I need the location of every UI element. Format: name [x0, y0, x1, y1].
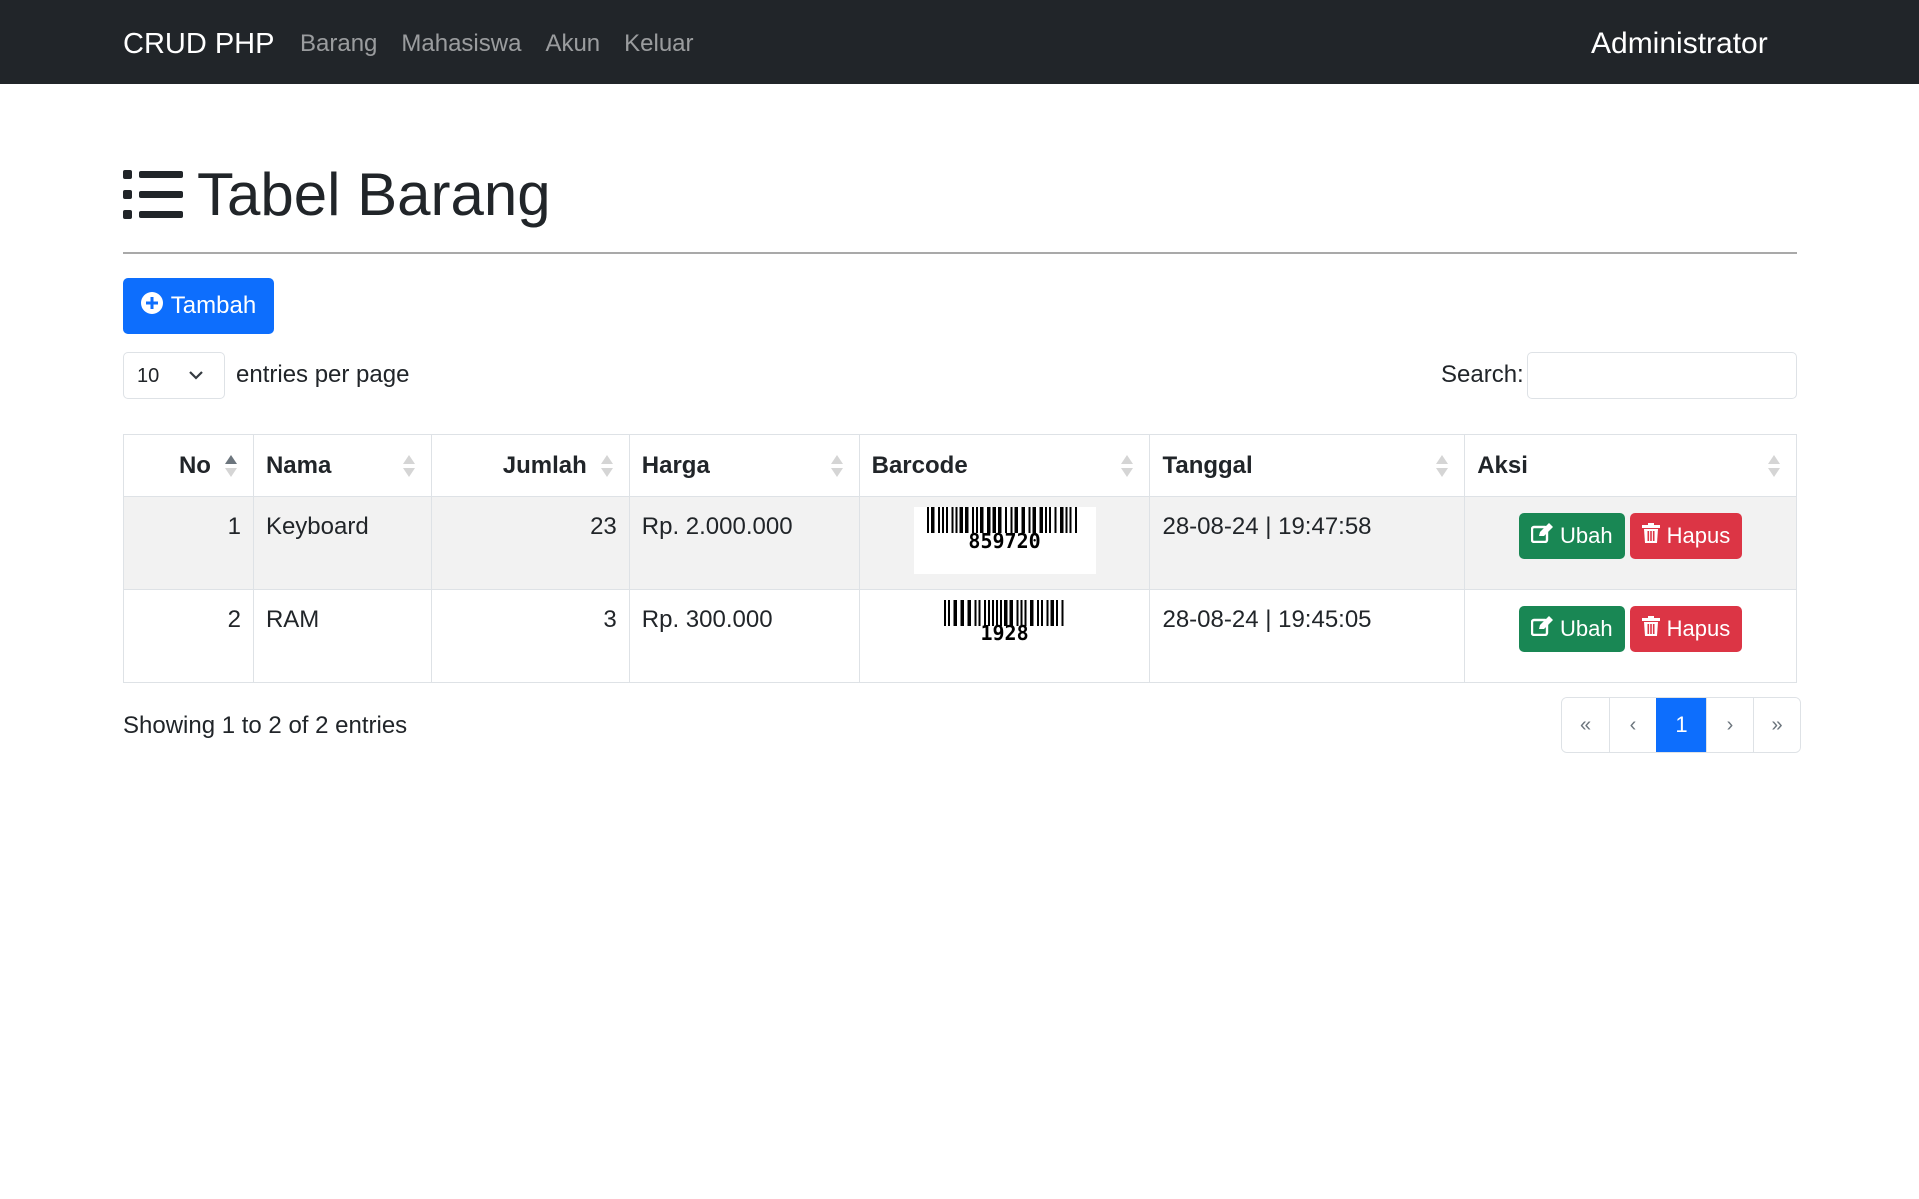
- page-last-button[interactable]: »: [1753, 698, 1800, 752]
- nav-link-akun[interactable]: Akun: [545, 26, 600, 62]
- page-next-button[interactable]: ›: [1706, 698, 1753, 752]
- cell-aksi: Ubah Hapus: [1464, 496, 1797, 590]
- delete-button-label: Hapus: [1666, 616, 1731, 641]
- edit-button-label: Ubah: [1560, 616, 1613, 641]
- search-label: Search:: [1441, 361, 1524, 388]
- entries-per-page-value: 10: [137, 365, 160, 387]
- column-header-aksi[interactable]: Aksi: [1464, 434, 1797, 497]
- pagination: « ‹ 1 › »: [1561, 697, 1801, 753]
- column-header-label: Aksi: [1477, 451, 1528, 479]
- sort-icon: [600, 455, 613, 479]
- divider: [123, 252, 1797, 254]
- list-icon: [123, 170, 183, 220]
- navbar: CRUD PHP Barang Mahasiswa Akun Keluar Ad…: [0, 0, 1919, 84]
- cell-jumlah: 23: [430, 496, 630, 590]
- nav-link-keluar[interactable]: Keluar: [624, 26, 693, 62]
- cell-no: 1: [123, 496, 254, 590]
- column-header-tanggal[interactable]: Tanggal: [1149, 434, 1466, 497]
- edit-button-label: Ubah: [1560, 523, 1613, 548]
- column-header-nama[interactable]: Nama: [252, 434, 432, 497]
- column-header-jumlah[interactable]: Jumlah: [430, 434, 630, 497]
- user-menu[interactable]: Administrator: [1591, 24, 1768, 64]
- table-header-row: No Nama Jumlah Harga Barcode Tanggal Aks…: [123, 434, 1797, 497]
- table-row: 1 Keyboard 23 Rp. 2.000.000 859720 28-08…: [123, 496, 1797, 590]
- barang-table: No Nama Jumlah Harga Barcode Tanggal Aks…: [123, 434, 1797, 683]
- edit-icon: [1530, 616, 1560, 642]
- page-title: Tabel Barang: [197, 161, 551, 228]
- nav-link-barang[interactable]: Barang: [300, 26, 377, 62]
- sort-icon: [1436, 455, 1449, 479]
- column-header-label: Tanggal: [1162, 451, 1253, 479]
- cell-jumlah: 3: [430, 589, 630, 683]
- table-row: 2 RAM 3 Rp. 300.000 1928 28-08-24 | 19:4…: [123, 589, 1797, 683]
- page-1-button[interactable]: 1: [1656, 698, 1706, 752]
- column-header-label: Harga: [641, 451, 710, 479]
- delete-button-label: Hapus: [1666, 523, 1731, 548]
- cell-harga: Rp. 2.000.000: [628, 496, 860, 590]
- sort-icon: [1768, 455, 1780, 479]
- nav-links: Barang Mahasiswa Akun Keluar: [300, 26, 718, 62]
- barcode-image: 859720: [913, 507, 1096, 574]
- add-button-label: Tambah: [170, 292, 257, 319]
- cell-aksi: Ubah Hapus: [1464, 589, 1797, 683]
- add-button[interactable]: Tambah: [123, 278, 274, 334]
- table-info: Showing 1 to 2 of 2 entries: [123, 712, 408, 739]
- search-input[interactable]: [1527, 352, 1797, 399]
- nav-link-mahasiswa[interactable]: Mahasiswa: [401, 26, 521, 62]
- column-header-no[interactable]: No: [123, 434, 254, 497]
- column-header-label: No: [178, 451, 211, 479]
- column-header-label: Jumlah: [502, 451, 587, 479]
- trash-icon: [1641, 523, 1667, 549]
- sort-ascending-icon: [224, 455, 237, 479]
- barcode-number: 1928: [980, 621, 1029, 645]
- sort-icon: [402, 455, 415, 479]
- delete-button[interactable]: Hapus: [1629, 606, 1743, 652]
- column-header-barcode[interactable]: Barcode: [858, 434, 1151, 497]
- sort-icon: [1121, 455, 1134, 479]
- edit-button[interactable]: Ubah: [1519, 513, 1625, 559]
- barcode-image: 1928: [930, 600, 1080, 646]
- cell-harga: Rp. 300.000: [628, 589, 860, 683]
- delete-button[interactable]: Hapus: [1629, 513, 1743, 559]
- entries-per-page-select[interactable]: 10: [123, 352, 225, 399]
- page-previous-button[interactable]: ‹: [1609, 698, 1656, 752]
- page-first-button[interactable]: «: [1562, 698, 1609, 752]
- cell-tanggal: 28-08-24 | 19:45:05: [1149, 589, 1466, 683]
- cell-barcode: 859720: [858, 496, 1151, 590]
- column-header-label: Barcode: [871, 451, 968, 479]
- cell-nama: Keyboard: [252, 496, 432, 590]
- brand-link[interactable]: CRUD PHP: [123, 24, 274, 64]
- sort-icon: [830, 455, 843, 479]
- column-header-label: Nama: [265, 451, 332, 479]
- trash-icon: [1641, 616, 1667, 642]
- page-heading: Tabel Barang: [123, 160, 551, 230]
- entries-per-page-label: entries per page: [236, 361, 410, 388]
- cell-nama: RAM: [252, 589, 432, 683]
- cell-barcode: 1928: [858, 589, 1151, 683]
- cell-tanggal: 28-08-24 | 19:47:58: [1149, 496, 1466, 590]
- edit-button[interactable]: Ubah: [1519, 606, 1625, 652]
- plus-circle-icon: [140, 291, 171, 321]
- edit-icon: [1530, 523, 1560, 549]
- barcode-number: 859720: [968, 529, 1041, 553]
- cell-no: 2: [123, 589, 254, 683]
- column-header-harga[interactable]: Harga: [628, 434, 860, 497]
